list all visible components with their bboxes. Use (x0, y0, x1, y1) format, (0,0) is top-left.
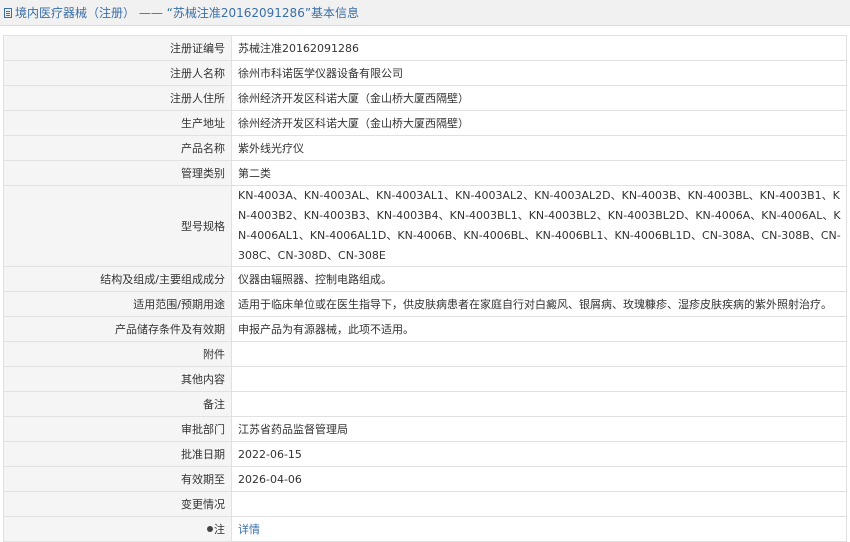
page-title: 境内医疗器械（注册） —— “苏械注准20162091286”基本信息 (15, 6, 360, 20)
row-value: 第二类 (231, 160, 847, 186)
note-value-cell: 详情 (231, 516, 847, 542)
row-value: KN-4003A、KN-4003AL、KN-4003AL1、KN-4003AL2… (231, 185, 847, 267)
row-label: 批准日期 (3, 441, 232, 467)
row-label: 注册人名称 (3, 60, 232, 86)
document-icon (4, 7, 12, 18)
table-row: 结构及组成/主要组成成分 仪器由辐照器、控制电路组成。 (3, 266, 847, 292)
row-label: 其他内容 (3, 366, 232, 392)
row-value: 申报产品为有源器械，此项不适用。 (231, 316, 847, 342)
table-row: 审批部门 江苏省药品监督管理局 (3, 416, 847, 442)
row-value: 2026-04-06 (231, 466, 847, 492)
detail-link[interactable]: 详情 (238, 523, 260, 536)
table-row: 管理类别 第二类 (3, 160, 847, 186)
row-value: 苏械注准20162091286 (231, 35, 847, 61)
row-value: 徐州市科诺医学仪器设备有限公司 (231, 60, 847, 86)
table-row-note: 注 详情 (3, 516, 847, 542)
table-row: 注册人住所 徐州经济开发区科诺大厦（金山桥大厦西隔壁） (3, 85, 847, 111)
table-row: 型号规格 KN-4003A、KN-4003AL、KN-4003AL1、KN-40… (3, 185, 847, 267)
row-label: 生产地址 (3, 110, 232, 136)
row-label: 结构及组成/主要组成成分 (3, 266, 232, 292)
table-row: 产品名称 紫外线光疗仪 (3, 135, 847, 161)
table-row: 产品储存条件及有效期 申报产品为有源器械，此项不适用。 (3, 316, 847, 342)
row-value: 紫外线光疗仪 (231, 135, 847, 161)
row-label: 型号规格 (3, 185, 232, 267)
row-value: 仪器由辐照器、控制电路组成。 (231, 266, 847, 292)
row-value (231, 391, 847, 417)
page-header: 境内医疗器械（注册） —— “苏械注准20162091286”基本信息 (0, 0, 850, 26)
table-row: 变更情况 (3, 491, 847, 517)
table-row: 注册证编号 苏械注准20162091286 (3, 35, 847, 61)
row-value (231, 491, 847, 517)
row-value (231, 366, 847, 392)
row-label: 附件 (3, 341, 232, 367)
table-row: 其他内容 (3, 366, 847, 392)
row-label: 适用范围/预期用途 (3, 291, 232, 317)
detail-table: 注册证编号 苏械注准20162091286 注册人名称 徐州市科诺医学仪器设备有… (3, 35, 847, 542)
table-row: 批准日期 2022-06-15 (3, 441, 847, 467)
row-value: 2022-06-15 (231, 441, 847, 467)
note-label-cell: 注 (3, 516, 232, 542)
table-row: 有效期至 2026-04-06 (3, 466, 847, 492)
row-value: 适用于临床单位或在医生指导下，供皮肤病患者在家庭自行对白癜风、银屑病、玫瑰糠疹、… (231, 291, 847, 317)
row-label: 审批部门 (3, 416, 232, 442)
row-label: 注册人住所 (3, 85, 232, 111)
row-value: 江苏省药品监督管理局 (231, 416, 847, 442)
bulb-icon (207, 525, 213, 532)
row-label: 管理类别 (3, 160, 232, 186)
row-value (231, 341, 847, 367)
row-label: 有效期至 (3, 466, 232, 492)
row-label: 备注 (3, 391, 232, 417)
table-row: 注册人名称 徐州市科诺医学仪器设备有限公司 (3, 60, 847, 86)
row-value: 徐州经济开发区科诺大厦（金山桥大厦西隔壁） (231, 110, 847, 136)
row-label: 产品储存条件及有效期 (3, 316, 232, 342)
table-row: 附件 (3, 341, 847, 367)
table-row: 生产地址 徐州经济开发区科诺大厦（金山桥大厦西隔壁） (3, 110, 847, 136)
row-label: 产品名称 (3, 135, 232, 161)
table-row: 适用范围/预期用途 适用于临床单位或在医生指导下，供皮肤病患者在家庭自行对白癜风… (3, 291, 847, 317)
note-label: 注 (214, 522, 225, 536)
row-value: 徐州经济开发区科诺大厦（金山桥大厦西隔壁） (231, 85, 847, 111)
table-row: 备注 (3, 391, 847, 417)
row-label: 注册证编号 (3, 35, 232, 61)
row-label: 变更情况 (3, 491, 232, 517)
